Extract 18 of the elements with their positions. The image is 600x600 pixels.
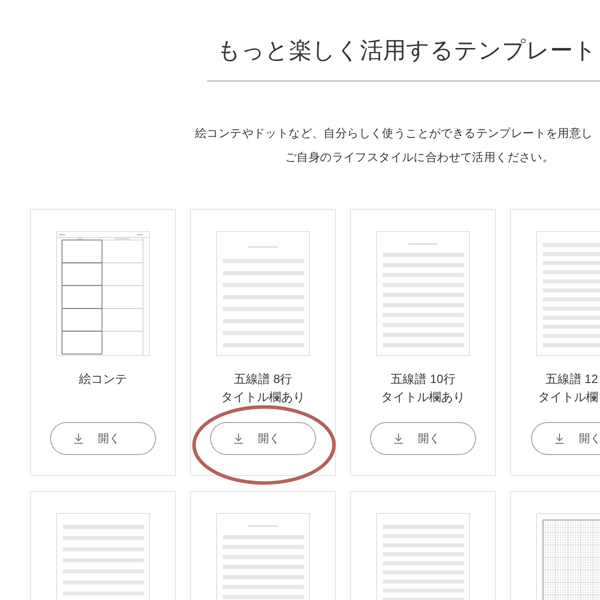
template-name: 五線譜 10行 xyxy=(390,370,456,388)
template-note: タイトル欄あり xyxy=(221,388,305,406)
open-button[interactable]: 開く xyxy=(370,422,476,454)
open-button[interactable]: 開く xyxy=(210,422,316,454)
template-name: 絵コンテ xyxy=(79,370,127,388)
open-button[interactable]: 開く xyxy=(50,422,156,454)
open-button[interactable]: 開く xyxy=(531,422,600,454)
download-icon xyxy=(555,432,564,444)
template-note: タイトル欄あり xyxy=(381,388,465,406)
intro-text: ご自身のライフスタイルに合わせて活用ください。 xyxy=(285,150,554,166)
download-icon xyxy=(234,432,243,444)
download-icon xyxy=(74,432,83,444)
intro-text: 絵コンテやドットなど、自分らしく使うことができるテンプレートを用意し xyxy=(195,126,593,142)
section-title: もっと楽しく活用するテンプレート xyxy=(217,36,597,65)
template-note: タイトル欄 xyxy=(538,388,598,406)
download-icon xyxy=(394,432,403,444)
template-name: 五線譜 12 xyxy=(545,370,598,388)
template-name: 五線譜 8行 xyxy=(234,370,292,388)
